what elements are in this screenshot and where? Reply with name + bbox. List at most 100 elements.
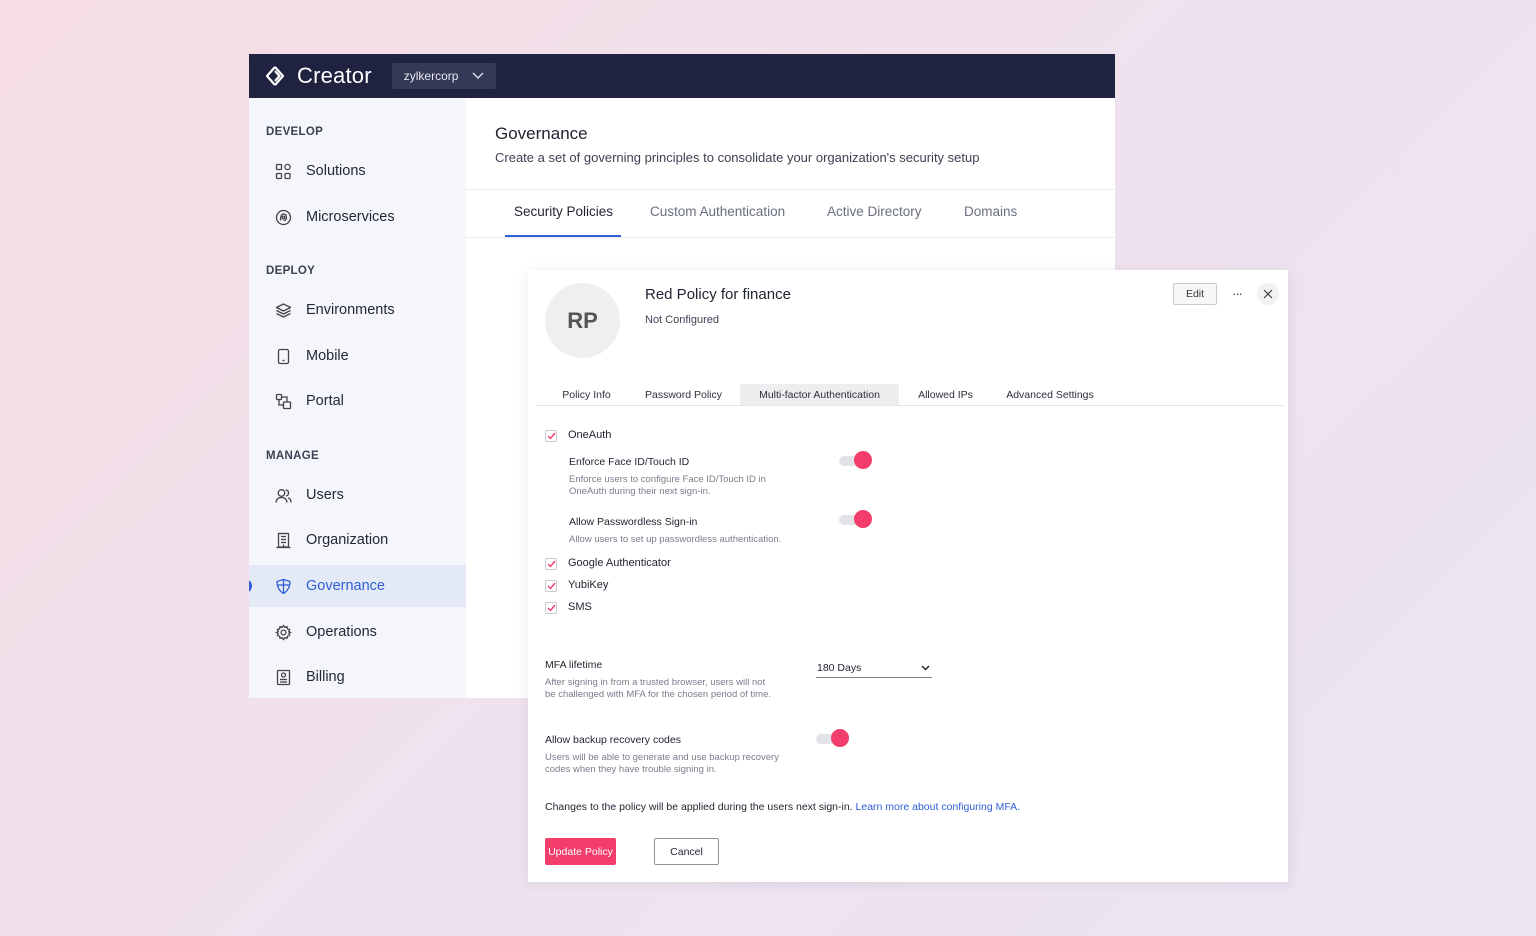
sidebar-item-label: Portal xyxy=(306,393,344,409)
oneauth-checkbox[interactable] xyxy=(545,430,557,442)
toggle-knob xyxy=(854,451,872,469)
section-label-develop: DEVELOP xyxy=(266,126,324,138)
sidebar-item-portal[interactable]: Portal xyxy=(249,380,466,422)
sidebar-item-label: Microservices xyxy=(306,209,395,225)
face-id-desc-line2: OneAuth during their next sign-in. xyxy=(569,486,711,497)
shield-icon xyxy=(276,578,291,594)
google-authenticator-label: Google Authenticator xyxy=(568,557,671,569)
close-icon xyxy=(1263,289,1273,299)
check-icon xyxy=(547,432,556,440)
sidebar-item-label: Environments xyxy=(306,302,395,318)
gear-icon xyxy=(275,623,292,641)
check-icon xyxy=(547,560,556,568)
microservices-icon xyxy=(275,209,292,225)
sidebar-item-label: Governance xyxy=(306,578,385,594)
mfa-lifetime-select[interactable]: 180 Days xyxy=(816,658,932,678)
sms-checkbox[interactable] xyxy=(545,602,557,614)
policy-title: Red Policy for finance xyxy=(645,286,791,303)
page-title: Governance xyxy=(495,124,588,143)
tab-active-directory[interactable]: Active Directory xyxy=(827,204,922,219)
users-icon xyxy=(275,488,292,503)
page-subtitle: Create a set of governing principles to … xyxy=(495,150,980,165)
grid-icon xyxy=(275,163,291,179)
sidebar-item-label: Mobile xyxy=(306,348,349,364)
sidebar-item-label: Solutions xyxy=(306,163,366,179)
dialog-tab-allowed-ips[interactable]: Allowed IPs xyxy=(909,384,982,405)
sidebar-item-operations[interactable]: Operations xyxy=(249,611,466,653)
sms-label: SMS xyxy=(568,601,592,613)
sidebar-item-organization[interactable]: Organization xyxy=(249,519,466,561)
portal-icon xyxy=(275,393,292,409)
creator-logo-icon xyxy=(265,66,285,86)
check-icon xyxy=(547,604,556,612)
app-logo[interactable]: Creator xyxy=(265,63,372,89)
sidebar-item-label: Users xyxy=(306,487,344,503)
oneauth-label: OneAuth xyxy=(568,429,612,441)
sidebar-item-governance[interactable]: Governance xyxy=(249,565,466,607)
section-label-deploy: DEPLOY xyxy=(266,265,316,277)
tab-domains[interactable]: Domains xyxy=(964,204,1017,219)
backup-codes-desc-line1: Users will be able to generate and use b… xyxy=(545,752,779,763)
org-switcher[interactable]: zylkercorp xyxy=(391,63,497,89)
chevron-down-icon xyxy=(472,72,484,80)
policy-dialog: RP Red Policy for finance Not Configured… xyxy=(528,270,1288,882)
face-id-desc-line1: Enforce users to configure Face ID/Touch… xyxy=(569,474,766,485)
dialog-tab-password-policy[interactable]: Password Policy xyxy=(638,384,729,405)
dialog-tab-policy-info[interactable]: Policy Info xyxy=(548,384,625,405)
sidebar-item-label: Billing xyxy=(306,669,345,685)
backup-codes-title: Allow backup recovery codes xyxy=(545,734,681,746)
yubikey-checkbox[interactable] xyxy=(545,580,557,592)
policy-note: Changes to the policy will be applied du… xyxy=(545,801,1020,813)
toggle-knob xyxy=(854,510,872,528)
check-icon xyxy=(547,582,556,590)
layers-icon xyxy=(275,302,292,318)
building-icon xyxy=(276,532,291,548)
sidebar-item-users[interactable]: Users xyxy=(249,474,466,516)
app-name: Creator xyxy=(297,63,372,88)
face-id-toggle[interactable] xyxy=(839,451,873,469)
chevron-down-icon xyxy=(921,664,930,671)
sidebar-item-solutions[interactable]: Solutions xyxy=(249,150,466,192)
passwordless-desc: Allow users to set up passwordless authe… xyxy=(569,534,782,545)
mfa-lifetime-value: 180 Days xyxy=(817,661,862,674)
tab-custom-authentication[interactable]: Custom Authentication xyxy=(650,204,785,219)
policy-status: Not Configured xyxy=(645,314,719,326)
cancel-button[interactable]: Cancel xyxy=(654,838,719,865)
mfa-lifetime-desc-line2: be challenged with MFA for the chosen pe… xyxy=(545,689,772,700)
divider xyxy=(466,189,1115,190)
dialog-tab-mfa[interactable]: Multi-factor Authentication xyxy=(740,384,899,405)
passwordless-title: Allow Passwordless Sign-in xyxy=(569,516,698,528)
sidebar-item-label: Operations xyxy=(306,624,377,640)
active-indicator xyxy=(249,579,252,593)
backup-codes-toggle[interactable] xyxy=(816,729,850,747)
divider xyxy=(466,237,1115,238)
dialog-tab-advanced-settings[interactable]: Advanced Settings xyxy=(998,384,1102,405)
section-label-manage: MANAGE xyxy=(266,450,319,462)
face-id-title: Enforce Face ID/Touch ID xyxy=(569,456,690,468)
close-button[interactable] xyxy=(1257,283,1279,305)
google-authenticator-checkbox[interactable] xyxy=(545,558,557,570)
sidebar-item-label: Organization xyxy=(306,532,389,548)
yubikey-label: YubiKey xyxy=(568,579,609,591)
sidebar-item-mobile[interactable]: Mobile xyxy=(249,335,466,377)
top-bar: Creator zylkercorp xyxy=(249,54,1115,98)
update-policy-button[interactable]: Update Policy xyxy=(545,838,616,865)
divider xyxy=(536,405,1284,406)
sidebar-item-environments[interactable]: Environments xyxy=(249,289,466,331)
mfa-lifetime-title: MFA lifetime xyxy=(545,659,603,671)
backup-codes-desc-line2: codes when they have trouble signing in. xyxy=(545,764,717,775)
policy-avatar: RP xyxy=(545,283,620,358)
sidebar-item-billing[interactable]: Billing xyxy=(249,656,466,698)
more-options-icon[interactable]: ··· xyxy=(1228,283,1246,303)
org-name: zylkercorp xyxy=(403,69,459,83)
mfa-lifetime-desc-line1: After signing in from a trusted browser,… xyxy=(545,677,766,688)
tab-security-policies[interactable]: Security Policies xyxy=(514,204,613,219)
edit-button[interactable]: Edit xyxy=(1173,283,1217,305)
sidebar-item-microservices[interactable]: Microservices xyxy=(249,196,466,238)
learn-more-link[interactable]: Learn more about configuring MFA. xyxy=(856,801,1021,813)
mobile-icon xyxy=(277,348,290,364)
passwordless-toggle[interactable] xyxy=(839,510,873,528)
sidebar: DEVELOP Solutions Microservices DEPLOY E… xyxy=(249,98,466,698)
billing-icon xyxy=(276,669,291,685)
policy-note-text: Changes to the policy will be applied du… xyxy=(545,801,856,813)
